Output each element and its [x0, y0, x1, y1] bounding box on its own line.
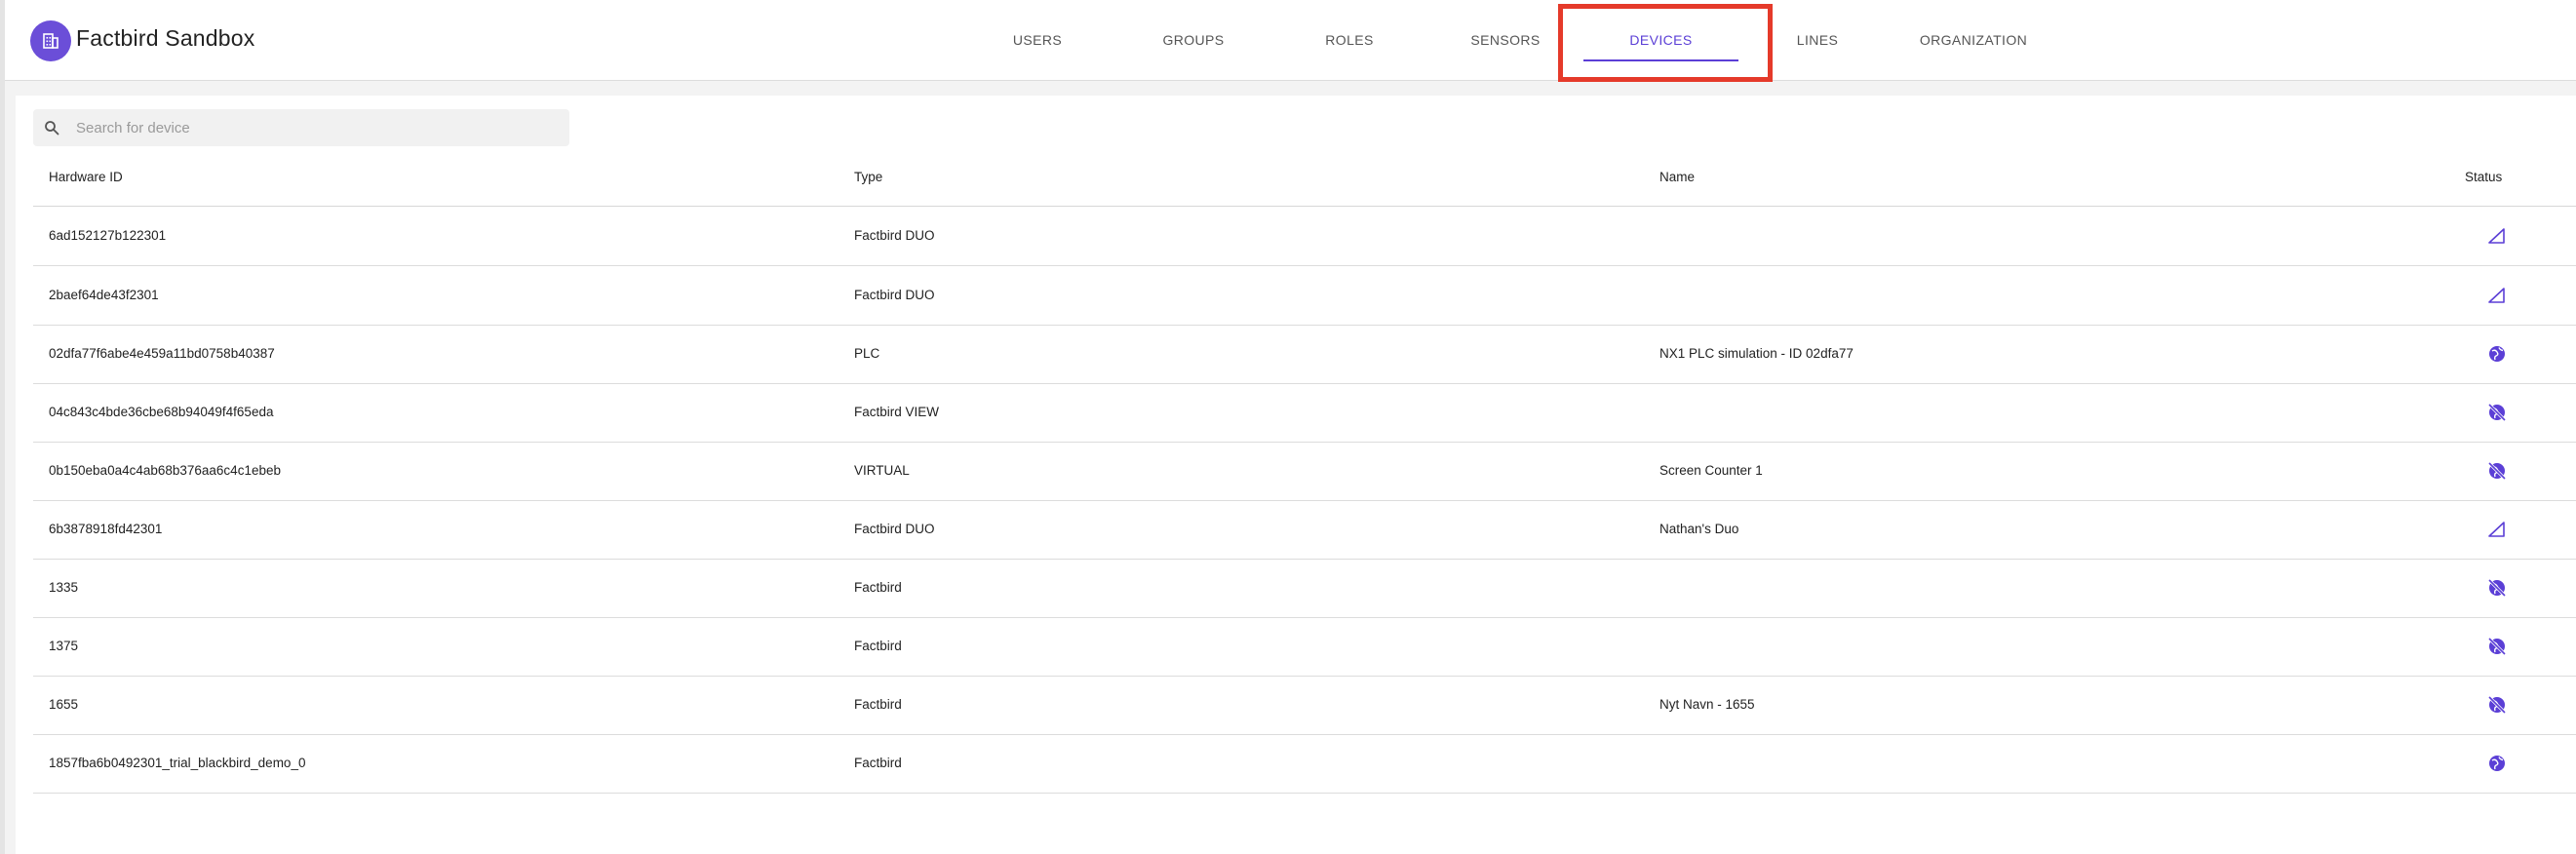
globe-off-icon[interactable] — [2486, 577, 2508, 599]
type-cell: Factbird DUO — [854, 288, 935, 302]
tab-lines[interactable]: LINES — [1775, 0, 1860, 80]
table-row[interactable]: 1375 Factbird — [33, 617, 2576, 677]
hardware-id-cell: 1655 — [49, 697, 79, 712]
table-row[interactable]: 02dfa77f6abe4e459a11bd0758b40387 PLC NX1… — [33, 325, 2576, 384]
globe-off-icon[interactable] — [2486, 636, 2508, 657]
tab-groups[interactable]: GROUPS — [1151, 0, 1236, 80]
globe-off-icon[interactable] — [2486, 402, 2508, 423]
column-header-name[interactable]: Name — [1659, 170, 1695, 184]
hardware-id-cell: 04c843c4bde36cbe68b94049f4f65eda — [49, 405, 274, 419]
type-cell: PLC — [854, 346, 880, 361]
hardware-id-cell: 1375 — [49, 639, 79, 653]
highlight-annotation-box — [1558, 4, 1773, 82]
hardware-id-cell: 0b150eba0a4c4ab68b376aa6c4c1ebeb — [49, 463, 281, 478]
hardware-id-cell: 1857fba6b0492301_trial_blackbird_demo_0 — [49, 756, 306, 770]
search-placeholder: Search for device — [76, 120, 190, 136]
tab-sensors[interactable]: SENSORS — [1462, 0, 1549, 80]
type-cell: Factbird — [854, 580, 902, 595]
devices-panel: Search for device Hardware ID Type Name … — [16, 96, 2576, 854]
building-icon — [43, 33, 59, 49]
signal-icon[interactable] — [2486, 285, 2508, 306]
name-cell: NX1 PLC simulation - ID 02dfa77 — [1659, 346, 1854, 361]
window-edge — [0, 0, 5, 854]
table-row[interactable]: 2baef64de43f2301 Factbird DUO — [33, 266, 2576, 326]
table-row[interactable]: 1857fba6b0492301_trial_blackbird_demo_0 … — [33, 734, 2576, 794]
organization-logo[interactable] — [30, 20, 71, 61]
search-icon — [45, 121, 59, 136]
type-cell: Factbird — [854, 639, 902, 653]
type-cell: Factbird VIEW — [854, 405, 940, 419]
table-row[interactable]: 6b3878918fd42301 Factbird DUO Nathan's D… — [33, 500, 2576, 560]
hardware-id-cell: 6b3878918fd42301 — [49, 522, 163, 536]
top-app-bar: Factbird Sandbox — [5, 0, 2576, 81]
hardware-id-cell: 02dfa77f6abe4e459a11bd0758b40387 — [49, 346, 275, 361]
table-row[interactable]: 1335 Factbird — [33, 559, 2576, 618]
tab-roles[interactable]: ROLES — [1307, 0, 1392, 80]
signal-icon[interactable] — [2486, 519, 2508, 540]
column-header-type[interactable]: Type — [854, 170, 882, 184]
tab-organization[interactable]: ORGANIZATION — [1913, 0, 2034, 80]
hardware-id-cell: 6ad152127b122301 — [49, 228, 167, 243]
globe-off-icon[interactable] — [2486, 460, 2508, 482]
hardware-id-cell: 1335 — [49, 580, 79, 595]
search-input[interactable]: Search for device — [33, 109, 569, 146]
type-cell: Factbird DUO — [854, 522, 935, 536]
table-row[interactable]: 6ad152127b122301 Factbird DUO — [33, 207, 2576, 266]
column-header-hardware-id[interactable]: Hardware ID — [49, 170, 123, 184]
hardware-id-cell: 2baef64de43f2301 — [49, 288, 159, 302]
name-cell: Screen Counter 1 — [1659, 463, 1763, 478]
type-cell: Factbird DUO — [854, 228, 935, 243]
globe-icon[interactable] — [2486, 343, 2508, 365]
table-row[interactable]: 0b150eba0a4c4ab68b376aa6c4c1ebeb VIRTUAL… — [33, 442, 2576, 501]
name-cell: Nathan's Duo — [1659, 522, 1739, 536]
table-row[interactable]: 1655 Factbird Nyt Navn - 1655 — [33, 676, 2576, 735]
type-cell: Factbird — [854, 697, 902, 712]
type-cell: Factbird — [854, 756, 902, 770]
table-row[interactable]: 04c843c4bde36cbe68b94049f4f65eda Factbir… — [33, 383, 2576, 443]
globe-off-icon[interactable] — [2486, 694, 2508, 716]
tab-users[interactable]: USERS — [995, 0, 1080, 80]
type-cell: VIRTUAL — [854, 463, 910, 478]
app-title: Factbird Sandbox — [76, 25, 255, 51]
name-cell: Nyt Navn - 1655 — [1659, 697, 1755, 712]
column-header-status[interactable]: Status — [2465, 170, 2502, 184]
signal-icon[interactable] — [2486, 225, 2508, 247]
globe-icon[interactable] — [2486, 753, 2508, 774]
